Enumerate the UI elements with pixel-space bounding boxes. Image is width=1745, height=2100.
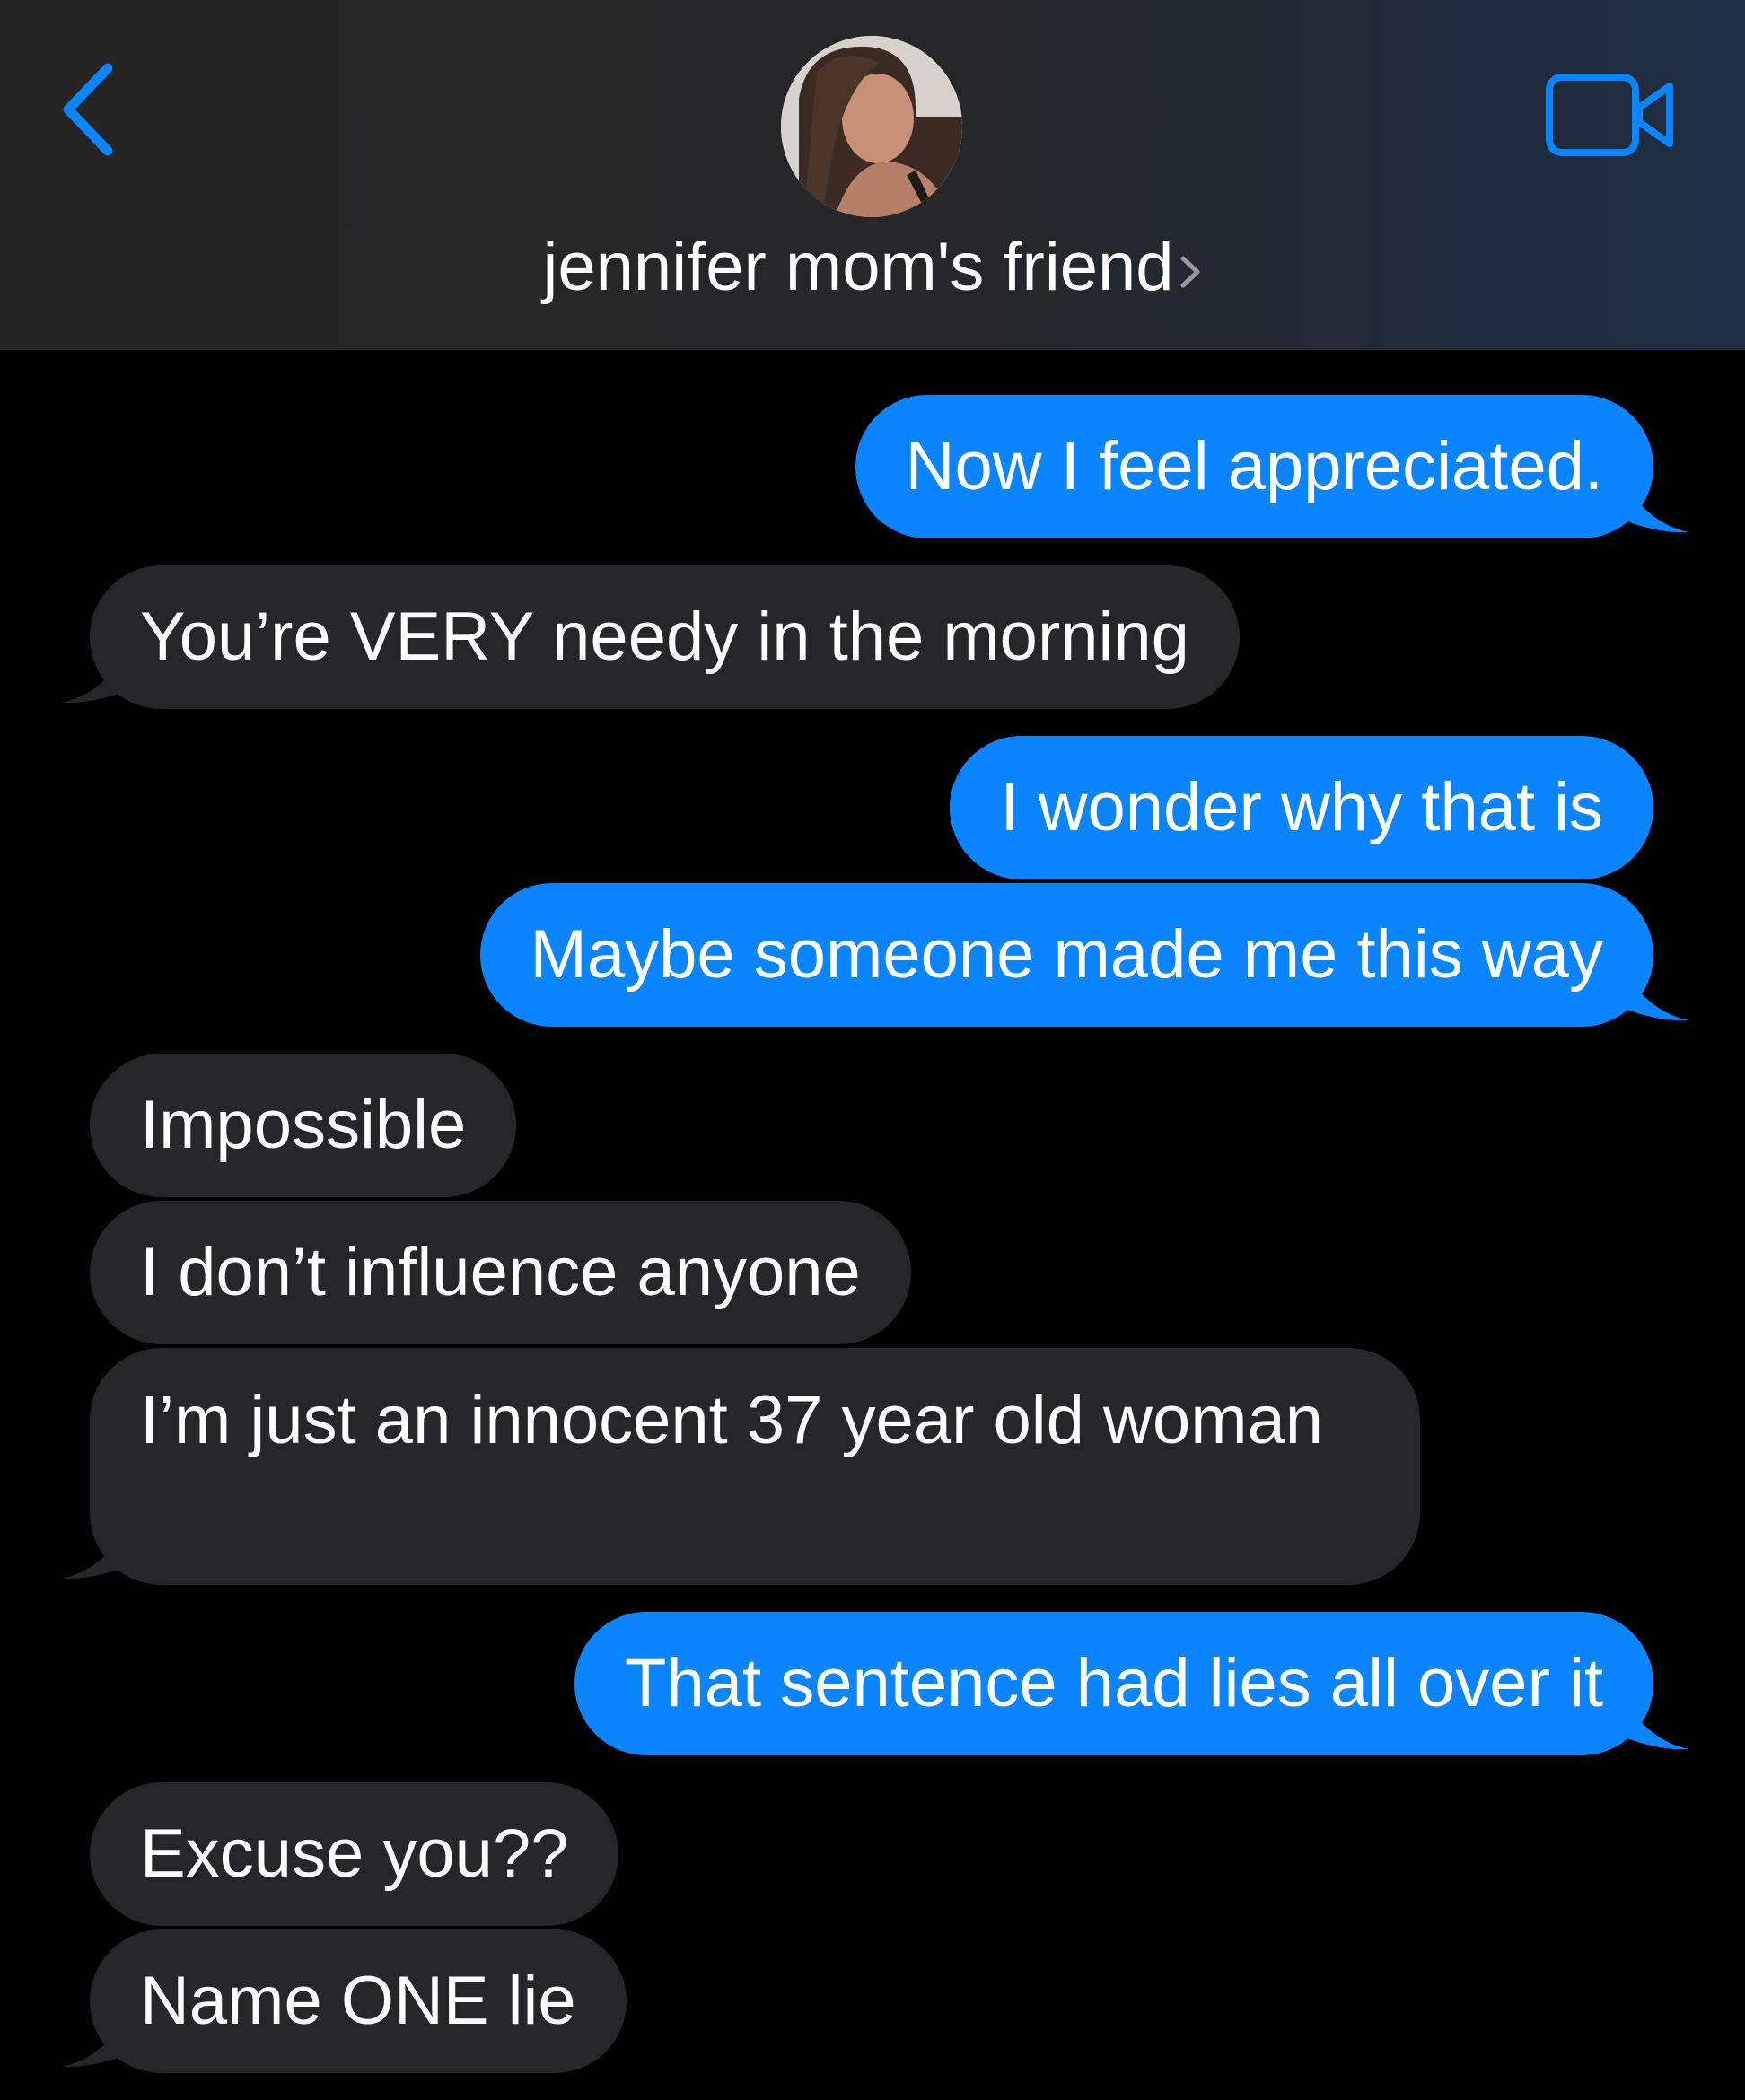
- sent-message-bubble[interactable]: That sentence had lies all over it: [574, 1612, 1653, 1755]
- back-button[interactable]: [56, 56, 127, 163]
- message-text: Name ONE lie: [140, 1963, 576, 2039]
- sent-bubble-tail: [1625, 1702, 1689, 1750]
- message-text: I don’t influence anyone: [140, 1234, 861, 1310]
- contact-name: jennifer mom's friend: [542, 229, 1174, 305]
- received-bubble-tail: [61, 655, 126, 704]
- video-camera-icon: [1546, 74, 1673, 156]
- video-call-button[interactable]: [1544, 72, 1679, 162]
- sent-bubble-tail: [1625, 485, 1689, 533]
- received-message-bubble[interactable]: I’m just an innocent 37 year old woman: [90, 1348, 1420, 1585]
- messages-screen: jennifer mom's friend Now I feel appreci…: [0, 0, 1745, 2100]
- received-bubble-tail: [61, 2019, 126, 2068]
- message-text: Excuse you??: [140, 1816, 569, 1892]
- message-text: I’m just an innocent 37 year old woman: [140, 1382, 1324, 1458]
- received-message-bubble[interactable]: Name ONE lie: [90, 1929, 627, 2073]
- received-message-bubble[interactable]: Impossible: [90, 1054, 517, 1197]
- message-text: That sentence had lies all over it: [625, 1645, 1603, 1721]
- received-message-bubble[interactable]: I don’t influence anyone: [90, 1201, 911, 1344]
- message-text: I wonder why that is: [1000, 769, 1603, 845]
- received-message-bubble[interactable]: You’re VERY needy in the morning: [90, 565, 1240, 709]
- message-text: Impossible: [140, 1087, 467, 1163]
- contact-name-button[interactable]: jennifer mom's friend: [0, 223, 1745, 312]
- received-message-bubble[interactable]: Excuse you??: [90, 1782, 619, 1926]
- message-text: Maybe someone made me this way: [530, 916, 1603, 993]
- sent-message-bubble[interactable]: Now I feel appreciated.: [855, 395, 1653, 538]
- chevron-right-icon: [1180, 256, 1199, 288]
- received-bubble-tail: [61, 1531, 126, 1579]
- message-text: You’re VERY needy in the morning: [140, 599, 1189, 675]
- contact-avatar[interactable]: [781, 36, 962, 217]
- message-text: Now I feel appreciated.: [905, 428, 1603, 504]
- sent-message-bubble[interactable]: Maybe someone made me this way: [479, 883, 1653, 1027]
- chevron-left-icon: [63, 63, 113, 156]
- sent-bubble-tail: [1625, 973, 1689, 1021]
- sent-message-bubble[interactable]: I wonder why that is: [950, 736, 1653, 879]
- avatar-photo: [781, 36, 962, 217]
- conversation-header: jennifer mom's friend: [0, 0, 1745, 350]
